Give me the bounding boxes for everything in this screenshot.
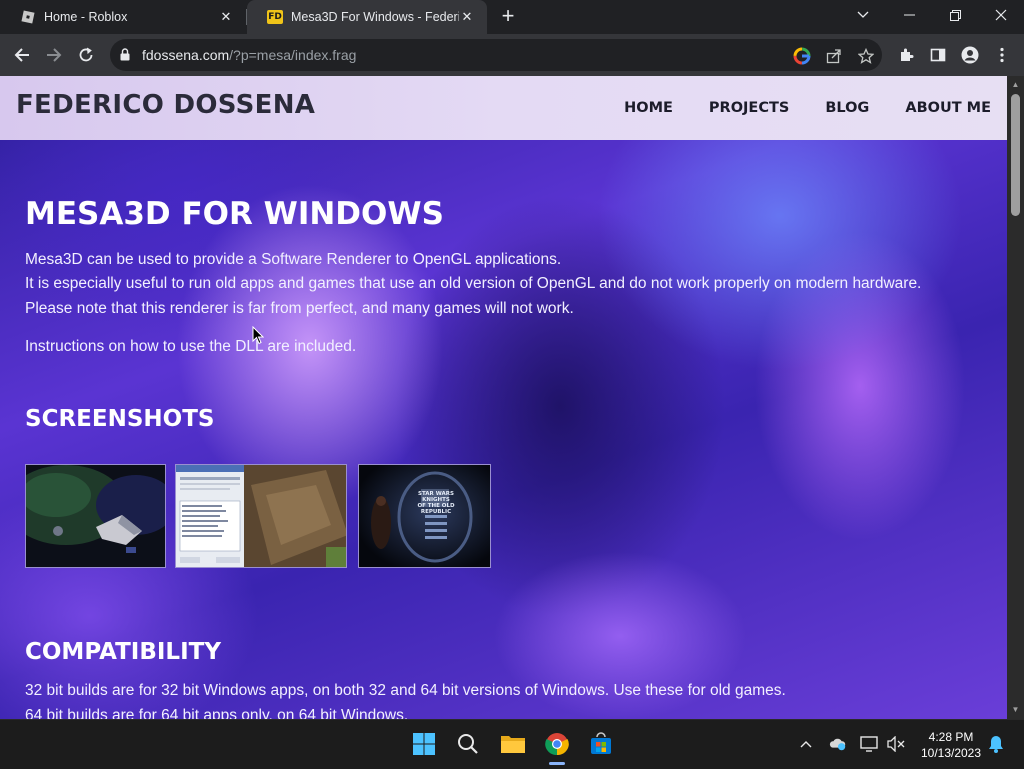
tab-strip: Home - Roblox ✕ FD Mesa3D For Windows - … — [0, 0, 1024, 34]
knights-logo-text: STAR WARS KNIGHTS OF THE OLD REPUBLIC — [417, 491, 455, 515]
windows-start-icon[interactable] — [408, 728, 440, 760]
scrollbar-thumb[interactable] — [1011, 94, 1020, 216]
page-viewport: FEDERICO DOSSENA HOME PROJECTS BLOG ABOU… — [0, 76, 1007, 719]
intro-line: Please note that this renderer is far fr… — [25, 300, 574, 317]
compat-line: 64 bit builds are for 64 bit apps only, … — [25, 707, 409, 719]
back-arrow-icon — [14, 48, 29, 62]
site-title[interactable]: FEDERICO DOSSENA — [16, 90, 315, 120]
side-panel-icon[interactable] — [928, 45, 948, 65]
onedrive-icon[interactable] — [829, 735, 847, 753]
forward-arrow-icon — [47, 48, 62, 62]
scroll-up-arrow-icon[interactable]: ▲ — [1007, 78, 1024, 92]
url-text: fdossena.com/?p=mesa/index.frag — [142, 47, 356, 63]
back-button[interactable] — [8, 41, 36, 69]
nav-about-me[interactable]: ABOUT ME — [905, 100, 991, 116]
chrome-taskbar-icon[interactable] — [541, 728, 573, 765]
close-window-button[interactable] — [978, 0, 1024, 30]
tab-search-button[interactable] — [840, 0, 886, 30]
app-and-terrain-screenshot[interactable] — [175, 464, 347, 568]
forward-button[interactable] — [40, 41, 68, 69]
clock-date: 10/13/2023 — [920, 746, 982, 760]
profile-avatar-icon[interactable] — [960, 45, 980, 65]
google-lens-icon[interactable] — [792, 46, 812, 66]
roblox-icon — [20, 9, 36, 25]
fd-favicon: FD — [267, 9, 283, 25]
extensions-icon[interactable] — [896, 45, 916, 65]
intro-line: Mesa3D can be used to provide a Software… — [25, 251, 562, 268]
nav-home[interactable]: HOME — [624, 100, 673, 116]
menu-kebab-icon[interactable] — [992, 45, 1012, 65]
new-tab-button[interactable]: + — [496, 5, 520, 29]
search-icon[interactable] — [452, 728, 484, 760]
volume-muted-icon[interactable] — [887, 735, 905, 753]
tab-mesa3d[interactable]: FD Mesa3D For Windows - Federico Dossena… — [247, 0, 487, 34]
reload-button[interactable] — [72, 41, 100, 69]
file-explorer-icon[interactable] — [497, 728, 529, 760]
tab-title: Home - Roblox — [44, 10, 128, 24]
minimize-button[interactable] — [886, 0, 932, 30]
tab-roblox[interactable]: Home - Roblox ✕ — [0, 0, 246, 34]
site-header: FEDERICO DOSSENA HOME PROJECTS BLOG ABOU… — [0, 76, 1007, 140]
reload-icon — [79, 47, 93, 62]
close-tab-icon[interactable]: ✕ — [459, 9, 475, 25]
clock-time: 4:28 PM — [928, 730, 974, 744]
nav-blog[interactable]: BLOG — [825, 100, 869, 116]
chevron-down-icon — [857, 11, 869, 18]
compat-line: 32 bit builds are for 32 bit Windows app… — [25, 682, 786, 699]
mouse-cursor-icon — [252, 326, 264, 345]
display-icon[interactable] — [860, 735, 878, 753]
screenshots-heading: SCREENSHOTS — [25, 406, 215, 432]
restore-icon — [949, 9, 961, 21]
tray-overflow-chevron-icon[interactable] — [797, 735, 815, 753]
close-icon — [995, 9, 1007, 21]
active-app-indicator — [549, 762, 565, 765]
nav-projects[interactable]: PROJECTS — [709, 100, 789, 116]
scroll-down-arrow-icon[interactable]: ▼ — [1007, 703, 1024, 717]
lock-icon — [120, 48, 130, 66]
bookmark-star-icon[interactable] — [856, 46, 876, 66]
restore-button[interactable] — [932, 0, 978, 30]
page-scrollbar[interactable]: ▲ ▼ — [1007, 76, 1024, 719]
notification-bell-icon[interactable] — [987, 735, 1005, 753]
taskbar: 4:28 PM 10/13/2023 — [0, 719, 1024, 769]
compatibility-heading: COMPATIBILITY — [25, 639, 221, 665]
tab-title: Mesa3D For Windows - Federico Dossena — [291, 10, 459, 24]
minimize-icon — [903, 14, 915, 16]
url-path: /?p=mesa/index.frag — [229, 47, 357, 63]
share-icon[interactable] — [824, 46, 844, 66]
favicon-text: FD — [267, 10, 283, 24]
browser-toolbar: fdossena.com/?p=mesa/index.frag — [0, 34, 1024, 76]
page-title: MESA3D FOR WINDOWS — [25, 196, 444, 232]
close-tab-icon[interactable]: ✕ — [218, 9, 234, 25]
microsoft-store-icon[interactable] — [585, 728, 617, 760]
space-scene-screenshot[interactable] — [25, 464, 166, 568]
taskbar-clock[interactable]: 4:28 PM 10/13/2023 — [916, 729, 986, 761]
intro-line: It is especially useful to run old apps … — [25, 275, 922, 292]
site-nav: HOME PROJECTS BLOG ABOUT ME — [624, 100, 991, 116]
knights-screenshot[interactable]: STAR WARS KNIGHTS OF THE OLD REPUBLIC — [358, 464, 491, 568]
url-domain: fdossena.com — [142, 47, 230, 63]
instructions-text: Instructions on how to use the DLL are i… — [25, 338, 357, 355]
address-bar[interactable]: fdossena.com/?p=mesa/index.frag — [110, 39, 882, 71]
